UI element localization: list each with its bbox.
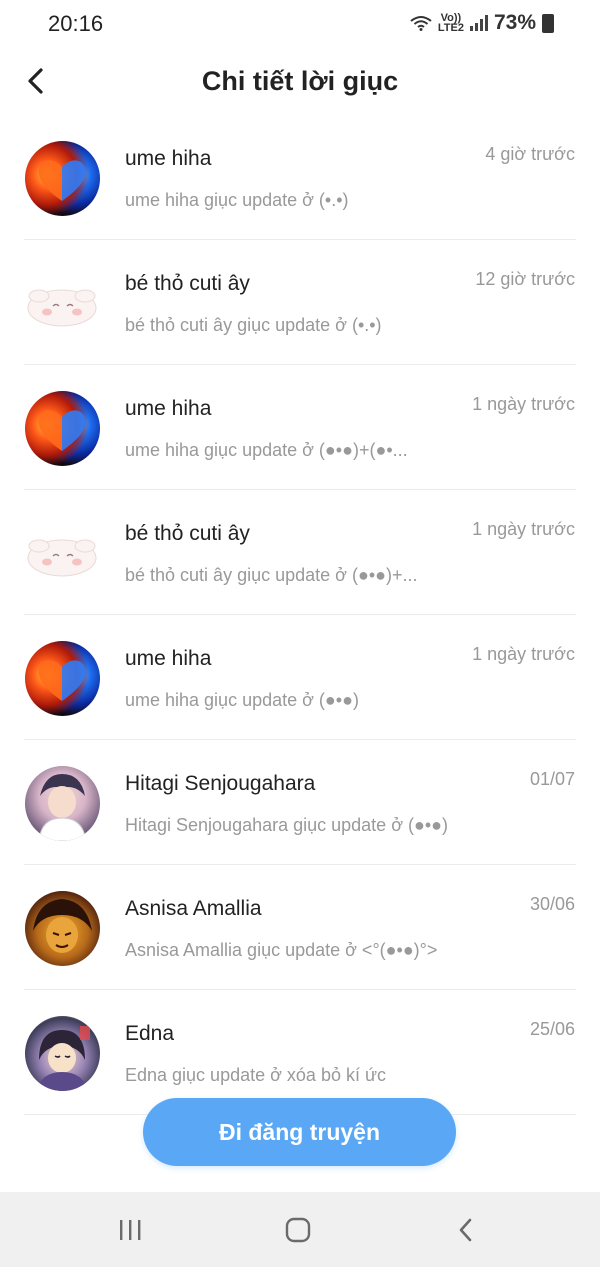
avatar[interactable] (25, 891, 100, 966)
recent-apps-button[interactable] (110, 1212, 150, 1248)
reminder-message: Edna giục update ở xóa bỏ kí ức (125, 1065, 387, 1085)
timestamp: 4 giờ trước (485, 144, 575, 164)
user-name: Hitagi Senjougahara (125, 772, 316, 795)
user-name: ume hiha (125, 397, 212, 420)
list-item[interactable]: Asnisa Amallia 30/06 Asnisa Amallia giục… (0, 865, 600, 990)
list-item[interactable]: ume hiha 1 ngày trước ume hiha giục upda… (0, 615, 600, 740)
user-name: ume hiha (125, 647, 212, 670)
status-icons: Vo)) LTE2 73% (410, 11, 554, 35)
battery-icon (542, 13, 554, 33)
bunny-icon (27, 289, 97, 327)
bunny-icon (27, 539, 97, 577)
avatar[interactable] (25, 641, 100, 716)
reminder-message: ume hiha giục update ở (●•●)+(●•... (125, 440, 408, 460)
post-story-button[interactable]: Đi đăng truyện (143, 1098, 456, 1166)
wifi-icon (410, 16, 432, 31)
avatar[interactable] (25, 141, 100, 216)
avatar[interactable] (25, 1016, 100, 1091)
timestamp: 30/06 (529, 894, 575, 914)
timestamp: 12 giờ trước (475, 269, 575, 289)
recent-apps-icon (120, 1220, 141, 1240)
user-name: bé thỏ cuti ây (125, 522, 250, 545)
timestamp: 1 ngày trước (472, 394, 575, 414)
network-type: Vo)) LTE2 (437, 12, 464, 34)
battery-level: 73% (493, 11, 536, 34)
reminder-list: ume hiha 4 giờ trước ume hiha giục updat… (0, 115, 600, 1115)
signal-icon (469, 15, 488, 31)
timestamp: 25/06 (529, 1019, 575, 1039)
home-button[interactable] (278, 1212, 318, 1248)
back-arrow-icon (459, 1218, 472, 1242)
reminder-message: Asnisa Amallia giục update ở <°(●•●)°> (125, 940, 438, 960)
system-back-button[interactable] (446, 1212, 486, 1248)
system-nav-bar (0, 1192, 600, 1267)
reminder-message: bé thỏ cuti ây giục update ở (•.•) (125, 315, 382, 335)
anime-girl-icon (37, 1026, 90, 1091)
reminder-message: Hitagi Senjougahara giục update ở (●•●) (125, 815, 449, 835)
list-item[interactable]: Edna 25/06 Edna giục update ở xóa bỏ kí … (0, 990, 600, 1115)
reminder-message: ume hiha giục update ở (•.•) (125, 190, 349, 210)
avatar[interactable] (25, 766, 100, 841)
avatar[interactable] (25, 516, 100, 591)
status-time: 20:16 (48, 11, 104, 36)
user-name: ume hiha (125, 147, 212, 170)
fire-heart-icon (38, 160, 86, 201)
avatar[interactable] (25, 266, 100, 341)
header: Chi tiết lời giục (0, 56, 600, 108)
list-item[interactable]: Hitagi Senjougahara 01/07 Hitagi Senjoug… (0, 740, 600, 865)
timestamp: 01/07 (529, 769, 575, 789)
timestamp: 1 ngày trước (472, 644, 575, 664)
user-name: bé thỏ cuti ây (125, 272, 250, 295)
list-item[interactable]: bé thỏ cuti ây 1 ngày trước bé thỏ cuti … (0, 490, 600, 615)
list-item[interactable]: ume hiha 4 giờ trước ume hiha giục updat… (0, 115, 600, 240)
list-item[interactable]: bé thỏ cuti ây 12 giờ trước bé thỏ cuti … (0, 240, 600, 365)
user-name: Asnisa Amallia (125, 897, 262, 920)
anime-boy-icon (38, 774, 87, 841)
status-bar: 20:16 Vo)) LTE2 73% (0, 0, 600, 48)
manga-face-icon (33, 899, 92, 953)
reminder-message: ume hiha giục update ở (●•●) (125, 690, 359, 710)
timestamp: 1 ngày trước (472, 519, 575, 539)
page-title: Chi tiết lời giục (201, 66, 399, 96)
fire-heart-icon (38, 660, 86, 701)
list-item[interactable]: ume hiha 1 ngày trước ume hiha giục upda… (0, 365, 600, 490)
user-name: Edna (125, 1022, 175, 1045)
home-icon (285, 1217, 311, 1243)
avatar[interactable] (25, 391, 100, 466)
reminder-message: bé thỏ cuti ây giục update ở (●•●)+... (125, 565, 418, 585)
fire-heart-icon (38, 410, 86, 451)
